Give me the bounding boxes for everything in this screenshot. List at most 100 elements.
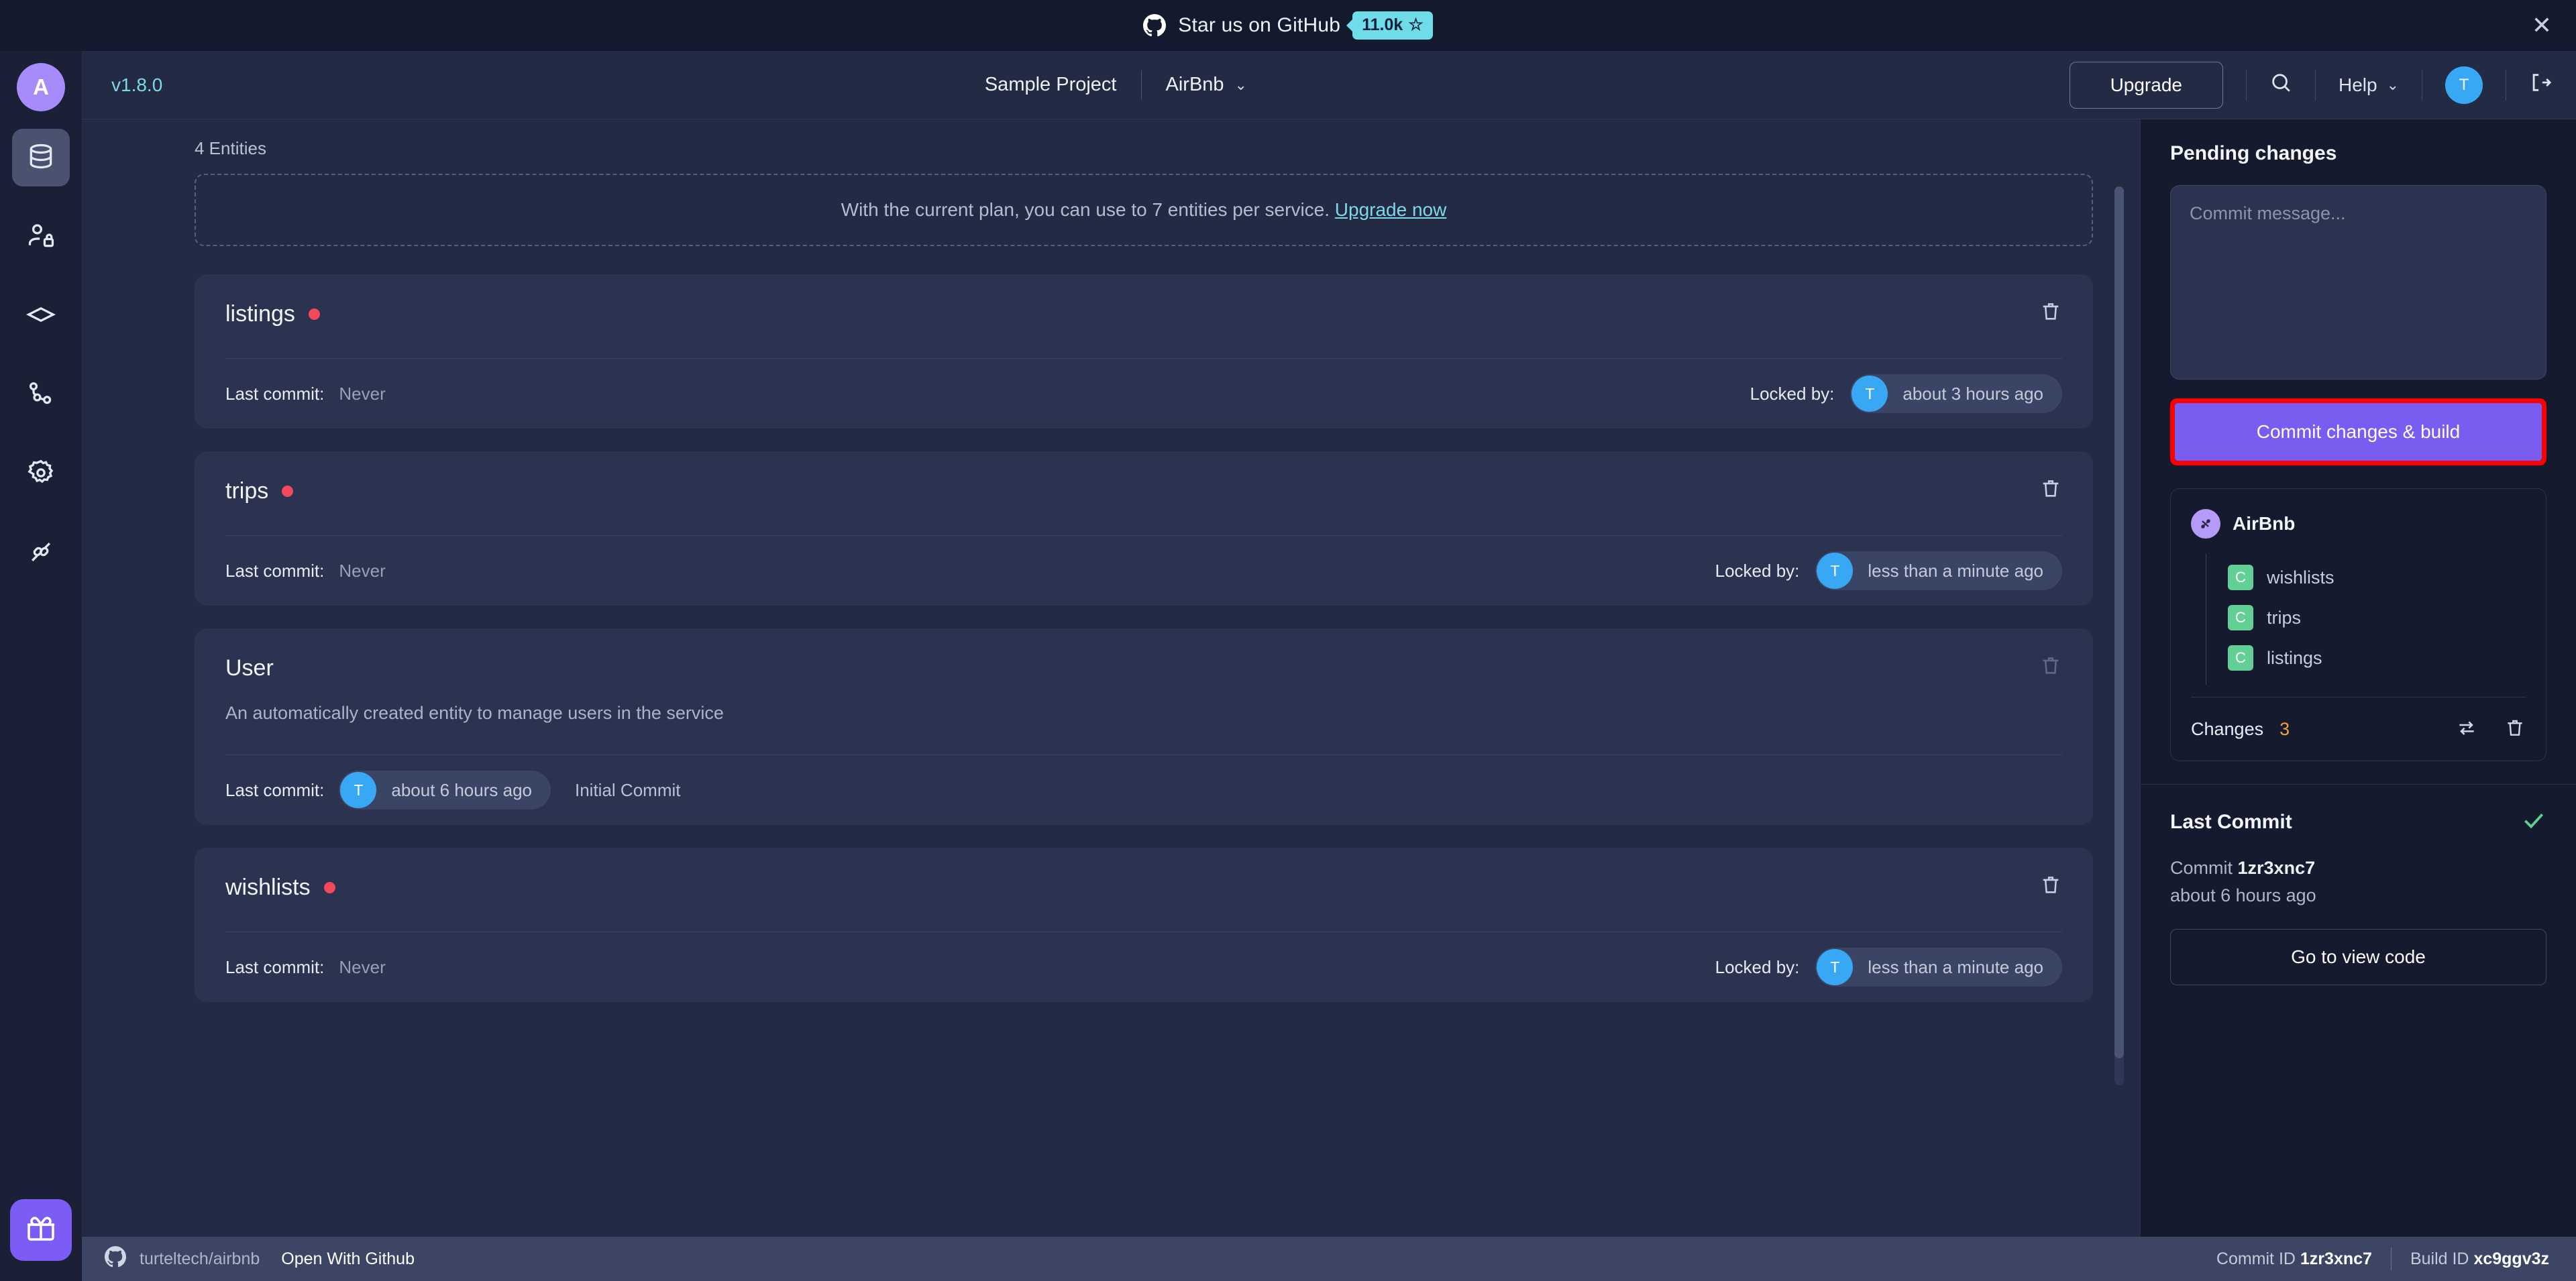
delete-entity-button[interactable] [2039,300,2062,326]
upgrade-now-link[interactable]: Upgrade now [1335,199,1447,221]
diamond-icon [25,300,56,333]
entity-card-user[interactable]: User An automatically created entity to … [195,628,2093,825]
entity-name: trips [225,478,294,504]
sidebar-item-plugins[interactable] [12,287,70,345]
search-button[interactable] [2269,71,2292,99]
tree-root-service[interactable]: AirBnb [2191,509,2526,539]
locked-avatar: T [1817,553,1854,589]
entity-card-listings[interactable]: listings Last commit: Never Locked by: T… [195,274,2093,429]
commit-pill: T about 6 hours ago [339,771,551,810]
entity-card-wishlists[interactable]: wishlists Last commit: Never Locked by: … [195,848,2093,1002]
sidebar-item-entities[interactable] [12,129,70,186]
locked-pill: T less than a minute ago [1815,948,2062,987]
check-icon [2521,807,2546,836]
sidebar-item-settings[interactable] [12,445,70,503]
github-promo-banner: Star us on GitHub 11.0k ☆ ✕ [0,0,2576,51]
project-name[interactable]: Sample Project [985,74,1117,96]
commit-id-label: Commit ID [2216,1249,2296,1268]
search-icon [2269,71,2292,99]
last-commit-label: Last commit: [225,956,325,977]
changes-label: Changes [2191,718,2264,739]
chevron-down-icon: ⌄ [1234,76,1247,93]
gift-icon [25,1213,57,1248]
locked-pill: T about 3 hours ago [1850,374,2062,413]
tree-item-wishlists[interactable]: C wishlists [2228,557,2526,598]
changes-summary-row: Changes 3 [2191,698,2526,761]
delete-entity-button[interactable] [2039,477,2062,503]
locked-by-label: Locked by: [1715,956,1800,977]
commit-id-value: 1zr3xnc7 [2300,1249,2372,1268]
github-icon [1143,14,1167,37]
quota-text: With the current plan, you can use to 7 … [841,199,1330,220]
service-selector[interactable]: AirBnb ⌄ [1166,74,1247,96]
entity-card-trips[interactable]: trips Last commit: Never Locked by: T le… [195,451,2093,606]
github-star-badge[interactable]: 11.0k ☆ [1352,11,1433,40]
commit-avatar: T [340,772,377,808]
avatar[interactable]: T [2445,66,2483,104]
entities-scrollbar[interactable] [2114,186,2124,1085]
commit-hash-line: Commit 1zr3xnc7 [2170,858,2546,879]
locked-info: Locked by: T less than a minute ago [1715,948,2062,987]
whats-new-button[interactable] [10,1199,72,1261]
entity-name: listings [225,301,320,327]
logout-button[interactable] [2529,71,2552,99]
card-header: listings [225,301,2062,327]
open-with-github-link[interactable]: Open With Github [281,1249,415,1269]
version-label: v1.8.0 [111,74,163,95]
discard-changes-icon[interactable] [2504,717,2526,742]
scrollbar-thumb[interactable] [2114,186,2124,1058]
entity-name-text: trips [225,478,269,504]
sidebar-item-topology[interactable] [12,366,70,424]
delete-entity-button[interactable] [2039,873,2062,899]
git-branch-icon [26,379,56,412]
last-commit-value: Never [339,383,386,404]
created-badge-icon: C [2228,645,2253,671]
locked-info: Locked by: T less than a minute ago [1715,551,2062,590]
build-id-value: xc9ggv3z [2473,1249,2549,1268]
go-to-view-code-button[interactable]: Go to view code [2170,929,2546,985]
compare-arrows-icon[interactable] [2456,717,2477,742]
workspace-avatar[interactable]: A [17,63,65,111]
last-commit-value: Never [339,560,386,581]
commit-message-input[interactable] [2170,185,2546,380]
locked-time: less than a minute ago [1868,956,2043,977]
last-commit-label: Last commit: [225,779,325,800]
entity-name: User [225,655,274,681]
unsaved-dot-icon [323,882,335,893]
service-name: AirBnb [1165,74,1224,95]
tree-item-listings[interactable]: C listings [2228,638,2526,678]
tree-item-trips[interactable]: C trips [2228,598,2526,638]
upgrade-button[interactable]: Upgrade [2069,61,2223,109]
commit-changes-build-button[interactable]: Commit changes & build [2175,403,2542,461]
delete-entity-button-disabled [2039,654,2062,680]
locked-pill: T less than a minute ago [1815,551,2062,590]
entities-pane: 4 Entities With the current plan, you ca… [82,119,2140,1237]
status-id-divider [2390,1247,2392,1270]
user-lock-icon [26,221,56,254]
status-bar: turteltech/airbnb Open With Github Commi… [82,1237,2576,1281]
github-promo-link[interactable]: Star us on GitHub 11.0k ☆ [1143,11,1433,40]
repo-path: turteltech/airbnb [140,1249,260,1268]
tree-item-label: wishlists [2267,567,2334,588]
tree-children: C wishlists C trips C listings [2206,553,2526,685]
entity-name: wishlists [225,875,335,901]
entity-name-text: listings [225,301,295,327]
commit-button-highlight: Commit changes & build [2170,398,2546,465]
header-breadcrumb: Sample Project AirBnb ⌄ [162,70,2069,100]
commit-time: about 6 hours ago [391,779,532,800]
sidebar-item-roles[interactable] [12,208,70,266]
tree-item-label: trips [2267,607,2302,628]
created-badge-icon: C [2228,565,2253,590]
status-repo-group[interactable]: turteltech/airbnb Open With Github [105,1245,415,1272]
sidebar-item-integrations[interactable] [12,524,70,582]
commit-hash: 1zr3xnc7 [2237,858,2316,878]
star-count: 11.0k [1362,15,1403,34]
close-icon[interactable]: ✕ [2532,13,2552,38]
commit-prefix-label: Commit [2170,858,2233,878]
github-icon [105,1245,126,1272]
service-avatar [2191,509,2220,539]
content-area: 4 Entities With the current plan, you ca… [82,119,2576,1237]
last-commit-header: Last Commit [2170,807,2546,836]
help-menu[interactable]: Help ⌄ [2339,74,2399,96]
entities-scroll: 4 Entities With the current plan, you ca… [82,119,2140,1237]
